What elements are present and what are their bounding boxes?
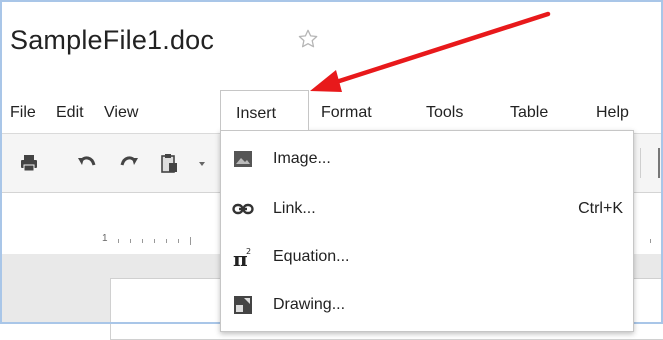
- menu-bar: File Edit View Insert Format Tools Table…: [0, 90, 663, 130]
- link-icon: [232, 203, 254, 215]
- paste-format-icon[interactable]: [158, 152, 180, 174]
- menu-tools[interactable]: Tools: [426, 90, 463, 130]
- menu-help[interactable]: Help: [596, 90, 629, 130]
- equation-icon: π 2: [233, 247, 251, 268]
- menu-item-label: Drawing...: [273, 296, 346, 313]
- svg-text:2: 2: [246, 247, 251, 256]
- insert-menu-item-drawing[interactable]: Drawing...: [221, 285, 633, 325]
- menu-insert[interactable]: Insert: [220, 90, 309, 130]
- insert-menu-item-link[interactable]: Link... Ctrl+K: [221, 189, 633, 229]
- menu-view[interactable]: View: [104, 90, 138, 130]
- undo-icon[interactable]: [76, 152, 98, 174]
- toolbar-control-edge: [658, 148, 660, 178]
- insert-menu-item-equation[interactable]: π 2 Equation...: [221, 237, 633, 277]
- ruler-number: 1: [102, 233, 108, 244]
- menu-file[interactable]: File: [10, 90, 36, 130]
- menu-item-label: Link...: [273, 200, 316, 217]
- menu-table[interactable]: Table: [510, 90, 548, 130]
- menu-edit[interactable]: Edit: [56, 90, 84, 130]
- drawing-icon: [234, 296, 252, 314]
- dropdown-arrow-icon[interactable]: [196, 152, 208, 174]
- document-title[interactable]: SampleFile1.doc: [10, 20, 214, 60]
- toolbar-separator: [640, 148, 641, 178]
- menu-item-shortcut: Ctrl+K: [578, 200, 623, 217]
- menu-format[interactable]: Format: [321, 90, 372, 130]
- image-icon: [234, 151, 252, 167]
- menu-item-label: Equation...: [273, 248, 350, 265]
- print-icon[interactable]: [18, 152, 40, 174]
- insert-menu-dropdown: Image... Link... Ctrl+K π 2 Equation... …: [220, 130, 634, 332]
- menu-item-label: Image...: [273, 150, 331, 167]
- star-icon[interactable]: [297, 28, 319, 50]
- insert-menu-item-image[interactable]: Image...: [221, 139, 633, 179]
- redo-icon[interactable]: [118, 152, 140, 174]
